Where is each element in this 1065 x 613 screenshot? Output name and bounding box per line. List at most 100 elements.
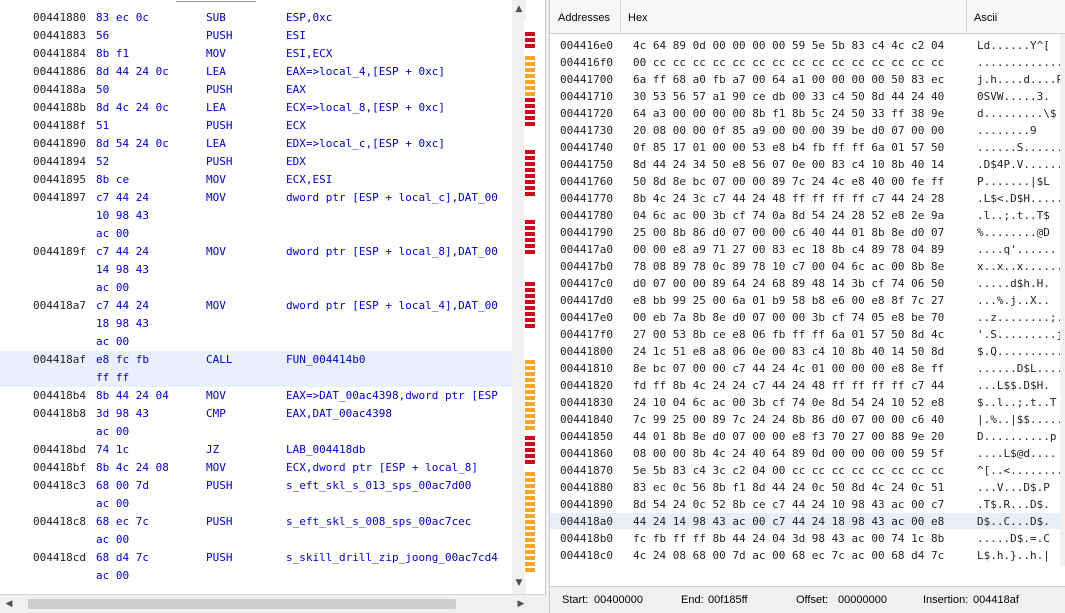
marker-strip[interactable] [525, 300, 535, 304]
marker-strip[interactable] [525, 520, 535, 524]
hex-row[interactable]: 00441820 fd ff 8b 4c 24 24 c7 44 24 48 ff… [550, 377, 1060, 393]
hex-ascii[interactable]: ....L$@d.... [977, 445, 1056, 462]
marker-strip[interactable] [525, 250, 535, 254]
listing-body[interactable]: 00441880 83 ec 0c SUB ESP,0xc 00441883 56 PUSH… [0, 0, 512, 594]
listing-row[interactable]: 004418b8 3d 98 43 CMP EAX,DAT_00ac4398 [0, 405, 512, 423]
listing-row[interactable]: ac 00 [0, 333, 512, 351]
marker-strip[interactable] [525, 366, 535, 370]
marker-strip[interactable] [525, 162, 535, 166]
hex-row[interactable]: 004418b0 fc fb ff ff 8b 44 24 04 3d 98 43… [550, 530, 1060, 546]
hex-row[interactable]: 004416f0 00 cc cc cc cc cc cc cc cc cc cc… [550, 54, 1060, 70]
listing-row[interactable]: 00441886 8d 44 24 0c LEA EAX=>local_4,[ESP … [0, 63, 512, 81]
marker-strip[interactable] [525, 436, 535, 440]
hex-row[interactable]: 00441810 8e bc 07 00 00 c7 44 24 4c 01 00… [550, 360, 1060, 376]
hex-row[interactable]: 004417f0 27 00 53 8b ce e8 06 fb ff ff 6a… [550, 326, 1060, 342]
listing-row[interactable]: 004418b4 8b 44 24 04 MOV EAX=>DAT_00ac4398,… [0, 387, 512, 405]
hex-bytes[interactable]: 0f 85 17 01 00 00 53 e8 b4 fb ff ff 6a 0… [633, 139, 944, 156]
hex-ascii[interactable]: .T$.R...D$. [977, 496, 1050, 513]
hex-ascii[interactable]: D..........p [977, 428, 1056, 445]
marker-strip[interactable] [525, 460, 535, 464]
marker-strip[interactable] [525, 238, 535, 242]
hex-row[interactable]: 00441740 0f 85 17 01 00 00 53 e8 b4 fb ff… [550, 139, 1060, 155]
hex-ascii[interactable]: ...V...D$.P [977, 479, 1050, 496]
marker-strip[interactable] [525, 396, 535, 400]
hex-bytes[interactable]: 00 00 e8 a9 71 27 00 83 ec 18 8b c4 89 7… [633, 241, 944, 258]
marker-strip[interactable] [525, 168, 535, 172]
marker-strip[interactable] [525, 312, 535, 316]
marker-strip[interactable] [525, 110, 535, 114]
hex-row[interactable]: 004416e0 4c 64 89 0d 00 00 00 00 59 5e 5b… [550, 37, 1060, 53]
listing-row[interactable]: 00441883 56 PUSH ESI [0, 27, 512, 45]
hex-row[interactable]: 00441840 7c 99 25 00 89 7c 24 24 8b 86 d0… [550, 411, 1060, 427]
marker-strip[interactable] [525, 372, 535, 376]
hex-bytes[interactable]: 6a ff 68 a0 fb a7 00 64 a1 00 00 00 00 5… [633, 71, 944, 88]
marker-strip[interactable] [525, 426, 535, 430]
marker-strip[interactable] [525, 104, 535, 108]
marker-strip[interactable] [525, 122, 535, 126]
hex-bytes[interactable]: 04 6c ac 00 3b cf 74 0a 8d 54 24 28 52 e… [633, 207, 944, 224]
listing-row[interactable]: ac 00 [0, 279, 512, 297]
hex-ascii[interactable]: L$.h.}..h.| [977, 547, 1050, 564]
marker-strip[interactable] [525, 538, 535, 542]
listing-row[interactable]: 0044188a 50 PUSH EAX [0, 81, 512, 99]
marker-strip[interactable] [525, 556, 535, 560]
hex-bytes[interactable]: 83 ec 0c 56 8b f1 8d 44 24 0c 50 8d 4c 2… [633, 479, 944, 496]
marker-strip[interactable] [525, 384, 535, 388]
marker-strip[interactable] [525, 484, 535, 488]
listing-row[interactable]: 00441890 8d 54 24 0c LEA EDX=>local_c,[ESP … [0, 135, 512, 153]
hex-ascii[interactable]: ...%.j..X.. [977, 292, 1050, 309]
column-divider[interactable] [966, 0, 967, 34]
hex-bytes[interactable]: 44 01 8b 8e d0 07 00 00 e8 f3 70 27 00 8… [633, 428, 944, 445]
listing-row[interactable]: 004418bf 8b 4c 24 08 MOV ECX,dword ptr [ESP… [0, 459, 512, 477]
scroll-up-arrow-icon[interactable]: ▲ [512, 2, 526, 16]
listing-row[interactable]: 10 98 43 [0, 207, 512, 225]
hex-bytes[interactable]: 30 53 56 57 a1 90 ce db 00 33 c4 50 8d 4… [633, 88, 944, 105]
listing-row[interactable]: 004418c3 68 00 7d PUSH s_eft_skl_s_013_sps_… [0, 477, 512, 495]
hex-bytes[interactable]: 4c 64 89 0d 00 00 00 00 59 5e 5b 83 c4 4… [633, 37, 944, 54]
marker-strip[interactable] [525, 38, 535, 42]
marker-strip[interactable] [525, 442, 535, 446]
hex-ascii[interactable]: ^[..<........ [977, 462, 1060, 479]
marker-strip[interactable] [525, 550, 535, 554]
marker-strip[interactable] [525, 420, 535, 424]
hex-row[interactable]: 00441890 8d 54 24 0c 52 8b ce c7 44 24 10… [550, 496, 1060, 512]
listing-row[interactable]: 004418af e8 fc fb CALL FUN_004414b0 [0, 351, 512, 369]
marker-strip[interactable] [525, 244, 535, 248]
marker-strip[interactable] [525, 232, 535, 236]
hex-bytes[interactable]: 50 8d 8e bc 07 00 00 89 7c 24 4c e8 40 0… [633, 173, 944, 190]
scroll-right-arrow-icon[interactable]: ▶ [514, 597, 528, 611]
listing-row[interactable]: 14 98 43 [0, 261, 512, 279]
hex-ascii[interactable]: $..l..;.t..T [977, 394, 1056, 411]
marker-strip[interactable] [525, 180, 535, 184]
ascii-column-header[interactable]: Ascii [974, 12, 997, 24]
hex-row[interactable]: 004418c0 4c 24 08 68 00 7d ac 00 68 ec 7c… [550, 547, 1060, 563]
marker-strip[interactable] [525, 68, 535, 72]
marker-strip[interactable] [525, 360, 535, 364]
listing-row[interactable]: 00441895 8b ce MOV ECX,ESI [0, 171, 512, 189]
marker-strip[interactable] [525, 56, 535, 60]
marker-strip[interactable] [525, 568, 535, 572]
listing-row[interactable]: ac 00 [0, 567, 512, 585]
hex-row[interactable]: 00441730 20 08 00 00 0f 85 a9 00 00 00 39… [550, 122, 1060, 138]
hex-ascii[interactable]: P.......|$L [977, 173, 1050, 190]
listing-row[interactable]: 00441894 52 PUSH EDX [0, 153, 512, 171]
hex-row[interactable]: 00441860 08 00 00 8b 4c 24 40 64 89 0d 00… [550, 445, 1060, 461]
hex-ascii[interactable]: %........@D [977, 224, 1050, 241]
marker-strip[interactable] [525, 402, 535, 406]
marker-strip[interactable] [525, 502, 535, 506]
hex-row[interactable]: 00441770 8b 4c 24 3c c7 44 24 48 ff ff ff… [550, 190, 1060, 206]
marker-strip[interactable] [525, 306, 535, 310]
marker-strip[interactable] [525, 448, 535, 452]
marker-strip[interactable] [525, 156, 535, 160]
hex-ascii[interactable]: '.S.........j [977, 326, 1060, 343]
hex-ascii[interactable]: .....D$.=.C [977, 530, 1050, 547]
marker-strip[interactable] [525, 44, 535, 48]
hex-row[interactable]: 00441870 5e 5b 83 c4 3c c2 04 00 cc cc cc… [550, 462, 1060, 478]
listing-row[interactable]: 0044188f 51 PUSH ECX [0, 117, 512, 135]
hex-ascii[interactable]: $.Q.......... [977, 343, 1060, 360]
hex-bytes[interactable]: 00 eb 7a 8b 8e d0 07 00 00 3b cf 74 05 e… [633, 309, 944, 326]
marker-strip[interactable] [525, 378, 535, 382]
hex-row[interactable]: 00441880 83 ec 0c 56 8b f1 8d 44 24 0c 50… [550, 479, 1060, 495]
marker-strip[interactable] [525, 478, 535, 482]
hex-bytes[interactable]: 5e 5b 83 c4 3c c2 04 00 cc cc cc cc cc c… [633, 462, 944, 479]
